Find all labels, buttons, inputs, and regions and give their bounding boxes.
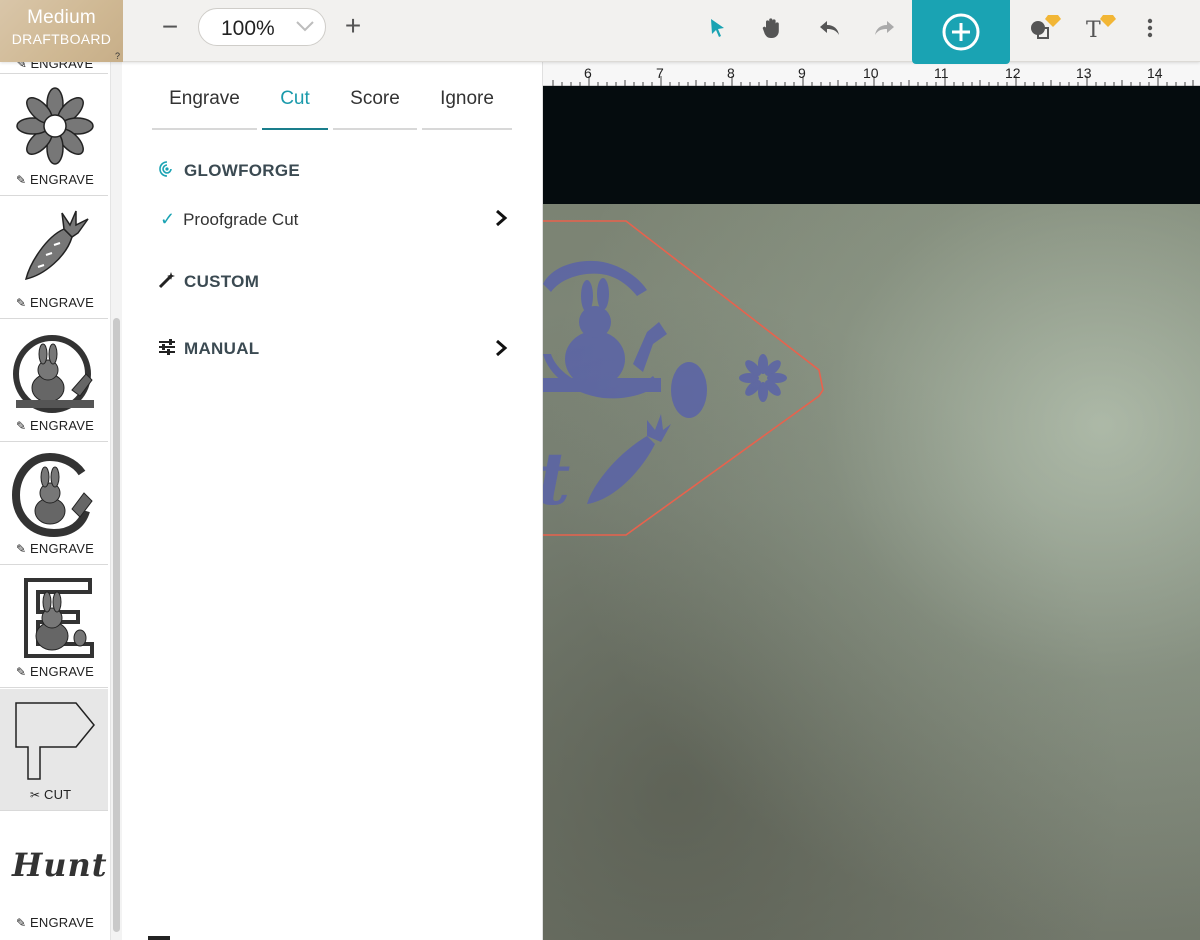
ruler-tick-label: 13 xyxy=(1076,65,1092,81)
more-vertical-icon[interactable] xyxy=(1140,14,1160,42)
hunt-art: Hunt xyxy=(12,846,108,884)
svg-text:T: T xyxy=(1086,18,1101,42)
chevron-right-icon[interactable] xyxy=(494,339,508,357)
ruler-tick-label: 11 xyxy=(934,65,949,81)
tab-ignore[interactable]: Ignore xyxy=(422,88,512,130)
ruler-tick-label: 7 xyxy=(656,65,664,81)
strip-scrollbar[interactable] xyxy=(110,62,122,940)
thumb-label: ✎ ENGRAVE xyxy=(16,915,95,930)
scrollbar-thumb[interactable] xyxy=(113,318,120,932)
app-root: Medium DRAFTBOARD ? − 100% + T ✎ ENGRAVE… xyxy=(0,0,1200,940)
select-arrow-icon[interactable] xyxy=(704,14,732,42)
ruler-tick-label: 10 xyxy=(863,65,879,81)
ruler-tick-label: 6 xyxy=(584,65,592,81)
zoom-out-button[interactable]: − xyxy=(156,13,184,42)
bed-canvas[interactable]: 6 7 8 9 10 11 12 13 14 xyxy=(543,62,1200,940)
bunny-letter-g-art xyxy=(12,453,93,537)
tab-cut[interactable]: Cut xyxy=(262,88,328,130)
pencil-icon: ✎ xyxy=(16,916,27,930)
thumb-label: ✎ ENGRAVE xyxy=(16,172,95,187)
zoom-select[interactable]: 100% xyxy=(198,8,326,46)
scissors-icon: ✂ xyxy=(30,788,41,802)
section-manual[interactable]: MANUAL xyxy=(158,339,259,360)
undo-icon[interactable] xyxy=(816,14,844,42)
text-premium-icon[interactable]: T xyxy=(1084,12,1118,42)
thumb-hunt-text[interactable]: Hunt ✎ ENGRAVE xyxy=(0,812,108,940)
magic-wand-icon xyxy=(158,271,184,294)
checkmark-icon: ✓ xyxy=(160,209,176,229)
material-help-icon[interactable]: ? xyxy=(115,51,120,61)
thumb-label: ✎ ENGRAVE xyxy=(16,62,94,71)
bunny-circle-art xyxy=(13,335,94,413)
section-custom[interactable]: CUSTOM xyxy=(158,271,259,294)
bunny-letter-e-art xyxy=(24,578,94,658)
section-glowforge: GLOWFORGE xyxy=(158,160,300,183)
zoom-in-button[interactable]: + xyxy=(340,12,366,41)
thumb-label: ✎ ENGRAVE xyxy=(16,295,95,310)
tab-engrave[interactable]: Engrave xyxy=(152,88,257,130)
thumb-bunny-letter-e[interactable]: ✎ ENGRAVE xyxy=(0,566,108,688)
option-proofgrade-cut[interactable]: ✓ Proofgrade Cut xyxy=(160,209,298,230)
zoom-value: 100% xyxy=(221,17,275,40)
ruler-tick-label: 12 xyxy=(1005,65,1021,81)
flower-art xyxy=(16,87,94,165)
thumb-label: ✎ ENGRAVE xyxy=(16,541,95,556)
thumb-bunny-letter-g[interactable]: ✎ ENGRAVE xyxy=(0,443,108,565)
material-badge[interactable]: Medium DRAFTBOARD ? xyxy=(0,0,123,62)
material-type: DRAFTBOARD xyxy=(11,31,112,47)
material-name: Medium xyxy=(27,7,96,28)
ruler-tick-label: 9 xyxy=(798,65,806,81)
pencil-icon: ✎ xyxy=(16,173,27,187)
chevron-down-icon xyxy=(296,21,314,32)
artwork-strip: ✎ ENGRAVE ✎ ENGRAVE ✎ ENGRAVE ✎ ENGRAVE … xyxy=(0,62,110,940)
add-circle-icon xyxy=(942,13,980,51)
top-toolbar: Medium DRAFTBOARD ? − 100% + T xyxy=(0,0,1200,64)
thumb-bunny-circle[interactable]: ✎ ENGRAVE xyxy=(0,320,108,442)
pencil-icon: ✎ xyxy=(16,296,27,310)
engrave-letter[interactable]: t xyxy=(543,436,570,521)
top-ruler: 6 7 8 9 10 11 12 13 14 xyxy=(543,62,1200,86)
sliders-icon xyxy=(158,339,184,360)
pencil-icon: ✎ xyxy=(16,542,27,556)
bottom-edge-marker xyxy=(148,936,170,940)
pan-hand-icon[interactable] xyxy=(758,14,786,42)
thumb-label: ✂ CUT xyxy=(30,787,72,802)
thumb-sign-post[interactable]: ✂ CUT xyxy=(0,689,108,811)
thumb-flower[interactable]: ✎ ENGRAVE xyxy=(0,74,108,196)
ruler-tick-label: 14 xyxy=(1147,65,1163,81)
operation-settings-panel: Engrave Cut Score Ignore GLOWFORGE ✓ Proo… xyxy=(122,62,543,940)
ruler-tick-label: 8 xyxy=(727,65,735,81)
thumb-label: ✎ ENGRAVE xyxy=(16,664,95,679)
engrave-artwork[interactable] xyxy=(543,260,787,504)
pencil-icon: ✎ xyxy=(16,419,27,433)
pencil-icon: ✎ xyxy=(16,665,27,679)
sign-post-art xyxy=(15,702,95,780)
add-artwork-button[interactable] xyxy=(912,0,1010,64)
chevron-right-icon[interactable] xyxy=(494,209,508,227)
bed-dark-area xyxy=(543,86,1200,204)
tab-score[interactable]: Score xyxy=(333,88,417,130)
thumb-label: ✎ ENGRAVE xyxy=(16,418,95,433)
glowforge-logo-icon xyxy=(158,160,184,183)
thumb-carrot[interactable]: ✎ ENGRAVE xyxy=(0,197,108,319)
redo-icon[interactable] xyxy=(870,14,898,42)
placed-artwork[interactable]: t xyxy=(543,204,1200,940)
carrot-art xyxy=(24,210,89,280)
shapes-premium-icon[interactable] xyxy=(1028,12,1062,42)
